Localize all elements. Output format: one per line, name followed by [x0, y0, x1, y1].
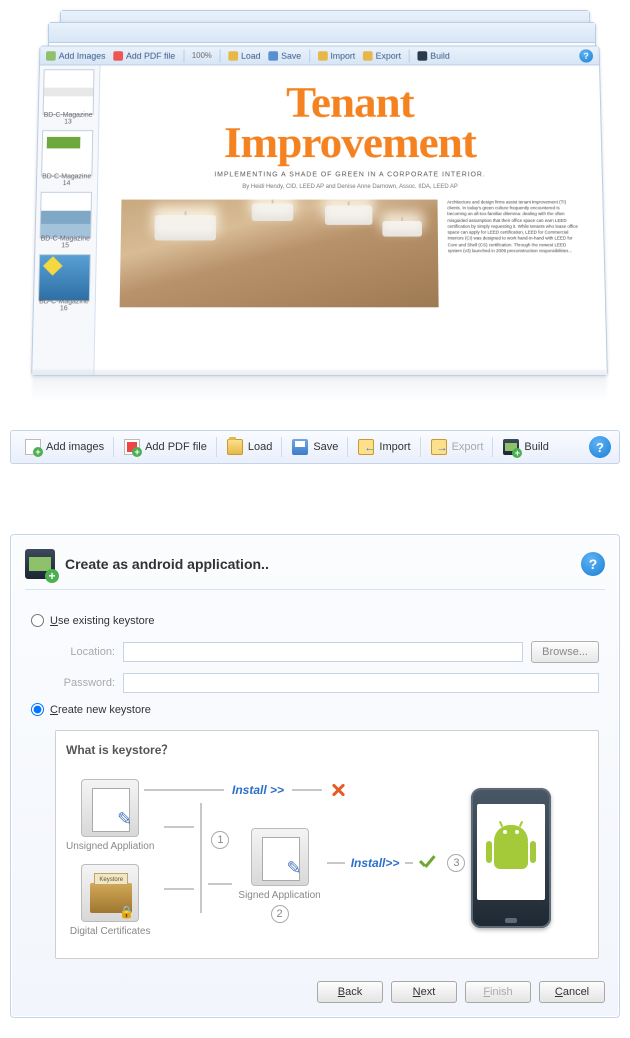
password-input[interactable]: [123, 673, 599, 693]
page-thumbnail[interactable]: [43, 69, 95, 115]
build-button[interactable]: Build: [493, 431, 558, 463]
cross-icon: [330, 782, 346, 798]
step-2: 2: [271, 905, 289, 923]
unsigned-app-node: Unsigned Appliation: [66, 779, 154, 852]
thumbnail-panel: [32, 65, 100, 374]
install-fail-path: Install >>: [144, 782, 346, 798]
export-icon: [431, 439, 447, 455]
zoom-value[interactable]: 100%: [192, 51, 212, 60]
add-image-icon: [25, 439, 41, 455]
create-new-keystore-radio[interactable]: Create new keystore: [31, 703, 599, 716]
build-button[interactable]: Build: [418, 51, 450, 60]
byline: By Heidi Hendy, CID, LEED AP and Denise …: [122, 184, 579, 190]
load-button[interactable]: Load: [217, 431, 282, 463]
add-pdf-button[interactable]: Add PDF file: [113, 51, 175, 60]
check-icon: [419, 854, 437, 872]
step-3: 3: [447, 854, 465, 872]
import-icon: [358, 439, 374, 455]
load-button[interactable]: Load: [228, 51, 260, 60]
window-stack: Add Images Add PDF file 100% Load Save I…: [10, 10, 620, 390]
create-android-dialog: Create as android application.. ? Use ex…: [10, 534, 620, 1018]
subhead: IMPLEMENTING A SHADE OF GREEN IN A CORPO…: [122, 171, 578, 178]
dialog-title: Create as android application..: [65, 556, 571, 572]
export-button[interactable]: Export: [421, 431, 494, 463]
add-pdf-button[interactable]: Add PDF file: [114, 431, 217, 463]
page-thumbnail[interactable]: [40, 192, 92, 239]
save-button[interactable]: Save: [282, 431, 348, 463]
pdf-icon: [124, 439, 140, 455]
main-app-window: Add Images Add PDF file 100% Load Save I…: [31, 46, 608, 376]
location-input[interactable]: [123, 642, 523, 662]
password-label: Password:: [55, 677, 115, 689]
finish-button[interactable]: Finish: [465, 981, 531, 1003]
folder-icon: [227, 439, 243, 455]
headline-line2: Improvement: [122, 123, 578, 164]
app-toolbar: Add Images Add PDF file 100% Load Save I…: [40, 47, 599, 66]
page-preview: Tenant Improvement IMPLEMENTING A SHADE …: [94, 65, 606, 374]
location-label: Location:: [55, 646, 115, 658]
digital-certs-node: Keystore Digital Certificates: [66, 864, 154, 937]
add-images-button[interactable]: Add Images: [46, 51, 106, 60]
article-photo: [120, 199, 439, 307]
browse-button[interactable]: Browse...: [531, 641, 599, 663]
save-icon: [292, 439, 308, 455]
back-button[interactable]: Back: [317, 981, 383, 1003]
android-robot-icon: [486, 823, 536, 881]
dialog-help-button[interactable]: ?: [581, 552, 605, 576]
headline-line1: Tenant: [123, 82, 577, 122]
add-images-button[interactable]: Add images: [15, 431, 114, 463]
android-phone-icon: [471, 788, 551, 928]
import-button[interactable]: Import: [318, 51, 356, 60]
use-existing-keystore-radio[interactable]: Use existing keystore: [31, 614, 599, 627]
next-button[interactable]: Next: [391, 981, 457, 1003]
save-button[interactable]: Save: [268, 51, 301, 60]
page-thumbnail[interactable]: [38, 254, 91, 301]
page-thumbnail[interactable]: [41, 130, 93, 176]
export-button[interactable]: Export: [363, 51, 401, 60]
keystore-title: What is keystore？: [66, 741, 588, 758]
keystore-explain-box: What is keystore？ Install >> Unsigned Ap…: [55, 730, 599, 959]
cancel-button[interactable]: Cancel: [539, 981, 605, 1003]
help-icon[interactable]: ?: [579, 49, 593, 62]
article-body: Architecture and design firms assist ten…: [447, 199, 581, 307]
signed-app-node: Signed Application 2: [238, 828, 320, 923]
build-icon: [503, 439, 519, 455]
android-build-icon: [25, 549, 55, 579]
step-1: 1: [211, 831, 229, 849]
import-button[interactable]: Import: [348, 431, 420, 463]
help-button[interactable]: ?: [589, 436, 611, 458]
main-toolbar: Add images Add PDF file Load Save Import…: [10, 430, 620, 464]
